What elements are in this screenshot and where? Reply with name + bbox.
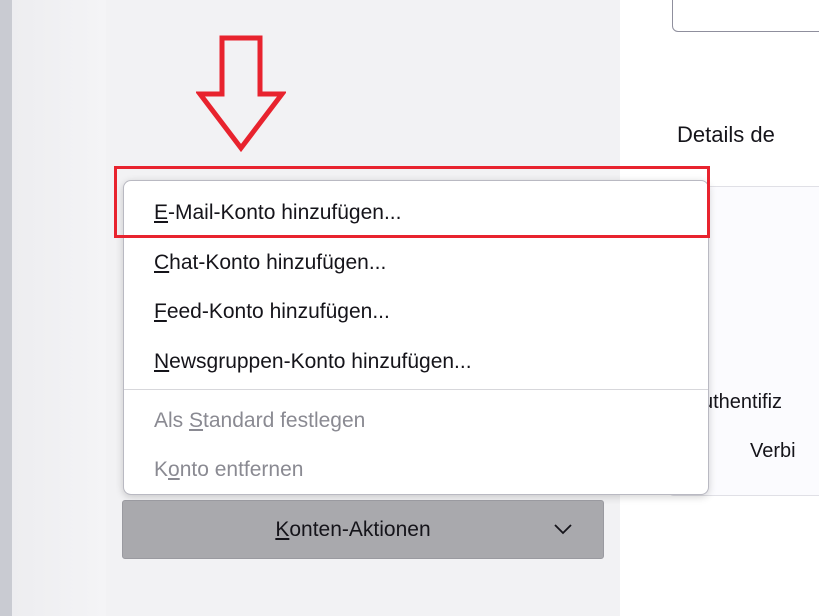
- menu-item-mnemonic: S: [189, 409, 204, 432]
- account-actions-label-text: onten-Aktionen: [289, 518, 431, 541]
- annotation-arrow-down-icon: [196, 35, 286, 153]
- menu-item-label-prefix: K: [154, 458, 169, 481]
- account-name-field[interactable]: [672, 0, 819, 32]
- menu-item-label: ewsgruppen-Konto hinzufügen...: [169, 350, 472, 373]
- menu-item-mnemonic: F: [154, 300, 167, 323]
- menu-item-mnemonic: o: [168, 458, 180, 481]
- menu-item-add-feed-account[interactable]: Feed-Konto hinzufügen...: [124, 293, 708, 331]
- menu-item-remove-account: Konto entfernen: [124, 451, 708, 489]
- menu-item-add-newsgroup-account[interactable]: Newsgruppen-Konto hinzufügen...: [124, 343, 708, 381]
- authentication-label: uthentifiz: [702, 391, 783, 413]
- account-actions-button[interactable]: Konten-Aktionen: [122, 500, 604, 559]
- menu-item-set-default: Als Standard festlegen: [124, 402, 708, 440]
- menu-item-label: nto entfernen: [179, 458, 304, 481]
- menu-item-mnemonic: C: [154, 251, 170, 274]
- account-actions-label: Konten-Aktionen: [233, 501, 473, 558]
- account-actions-mnemonic: K: [275, 518, 290, 541]
- folder-pane-edge: [12, 0, 106, 616]
- menu-item-add-chat-account[interactable]: Chat-Konto hinzufügen...: [124, 244, 708, 282]
- window-edge: [0, 0, 12, 616]
- menu-item-mnemonic: N: [154, 350, 170, 373]
- menu-item-label-prefix: Als: [154, 409, 190, 432]
- menu-item-label: eed-Konto hinzufügen...: [166, 300, 390, 323]
- details-heading: Details de: [677, 122, 775, 147]
- menu-item-label: tandard festlegen: [203, 409, 366, 432]
- menu-item-label: hat-Konto hinzufügen...: [169, 251, 387, 274]
- chevron-down-icon: [554, 524, 572, 535]
- annotation-highlight-box: [114, 166, 710, 238]
- connection-label: Verbi: [750, 440, 796, 462]
- menu-separator: [124, 389, 708, 390]
